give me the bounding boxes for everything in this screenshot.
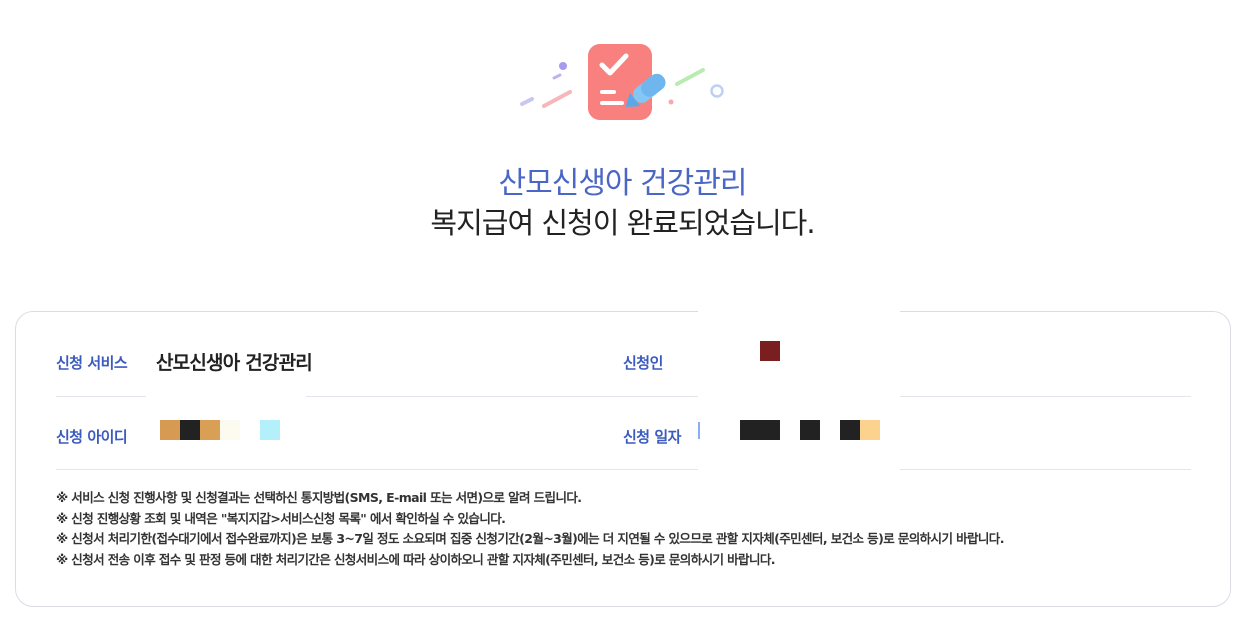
notice-list: ※ 서비스 신청 진행사항 및 신청결과는 선택하신 통지방법(SMS, E-m… bbox=[56, 488, 1196, 570]
redaction-mask bbox=[698, 310, 900, 470]
notice-item: ※ 서비스 신청 진행사항 및 신청결과는 선택하신 통지방법(SMS, E-m… bbox=[56, 490, 582, 505]
completion-hero: 산모신생아 건강관리 복지급여 신청이 완료되었습니다. bbox=[0, 0, 1245, 300]
user-id-label: 신청 아이디 bbox=[56, 428, 128, 446]
redacted-applicant-name bbox=[760, 341, 780, 361]
redaction-mask bbox=[146, 385, 306, 409]
application-date-label: 신청 일자 bbox=[623, 428, 681, 446]
applicant-label: 신청인 bbox=[623, 354, 663, 372]
notice-item: ※ 신청 진행상황 조회 및 내역은 "복지지갑>서비스신청 목록" 에서 확인… bbox=[56, 510, 506, 526]
application-complete-icon bbox=[520, 44, 724, 120]
notice-item: ※ 신청서 전송 이후 접수 및 판정 등에 대한 처리기간은 신청서비스에 따… bbox=[56, 551, 776, 567]
service-value: 산모신생아 건강관리 bbox=[156, 352, 313, 374]
service-title: 산모신생아 건강관리 bbox=[498, 166, 748, 201]
service-label: 신청 서비스 bbox=[56, 354, 128, 372]
row-divider bbox=[56, 469, 1191, 470]
completion-message: 복지급여 신청이 완료되었습니다. bbox=[430, 206, 815, 240]
notice-item: ※ 신청서 처리기한(접수대기에서 접수완료까지)은 보통 3~7일 정도 소요… bbox=[56, 531, 1004, 546]
application-details-card: 신청 서비스 산모신생아 건강관리 신청인 신청 아이디 신청 일자 ※ 서비스… bbox=[15, 310, 1231, 607]
